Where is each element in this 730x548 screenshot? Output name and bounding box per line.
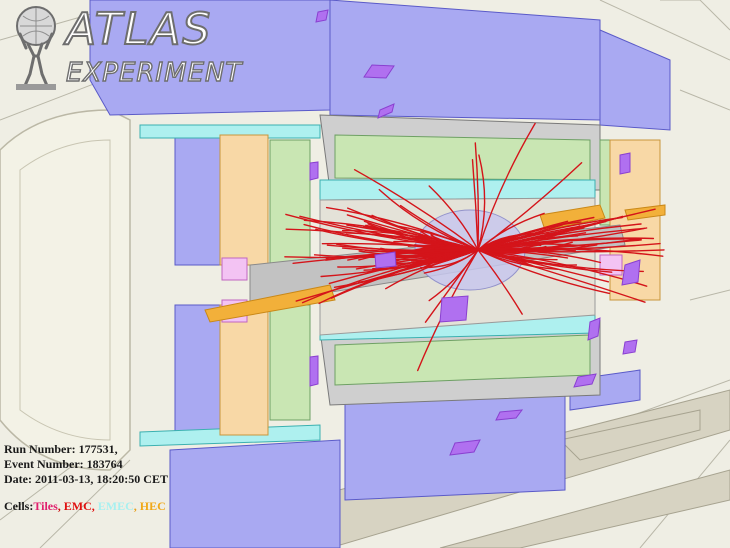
logo-subtitle: EXPERIMENT bbox=[65, 58, 243, 88]
logo-title: ATLAS bbox=[65, 4, 213, 55]
legend-item: HEC bbox=[139, 499, 166, 513]
cells-legend: Cells:Tiles, EMC, EMEC, HEC bbox=[4, 499, 166, 514]
legend-item: EMEC bbox=[97, 499, 134, 513]
event-info: Run Number: 177531, Event Number: 183764… bbox=[4, 442, 168, 487]
legend-item: Tiles bbox=[33, 499, 58, 513]
event-display: ATLAS EXPERIMENT Run Number: 177531, Eve… bbox=[0, 0, 730, 548]
atlas-logo: ATLAS EXPERIMENT bbox=[6, 4, 242, 94]
legend-item: EMC bbox=[63, 499, 92, 513]
cells-legend-prefix: Cells: bbox=[4, 499, 34, 513]
run-number: Run Number: 177531, bbox=[4, 442, 118, 456]
event-date: Date: 2011-03-13, 18:20:50 CET bbox=[4, 472, 168, 486]
atlas-figure-icon bbox=[16, 6, 56, 90]
event-number: Event Number: 183764 bbox=[4, 457, 123, 471]
